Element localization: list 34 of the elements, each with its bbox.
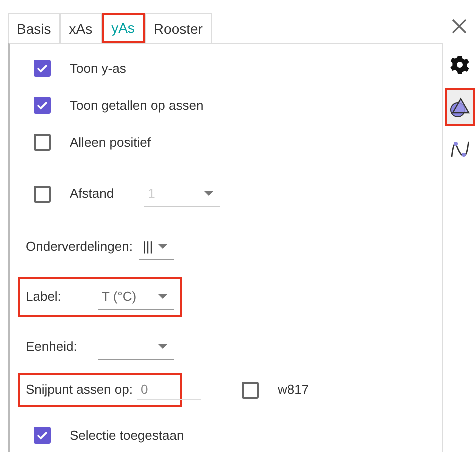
close-button[interactable] <box>452 19 467 34</box>
checkbox-label: Toon y-as <box>70 60 126 78</box>
field-label: Onderverdelingen: <box>26 238 133 256</box>
input-field[interactable]: 0 <box>136 380 201 400</box>
field-label: Snijpunt assen op: <box>26 381 133 400</box>
close-icon <box>452 19 467 34</box>
tab[interactable]: Basis <box>8 13 60 43</box>
checkbox[interactable] <box>34 186 51 202</box>
checkbox[interactable] <box>34 134 51 151</box>
dropdown[interactable]: T (°C) <box>98 284 174 310</box>
caret-icon <box>158 294 168 299</box>
tab[interactable]: xAs <box>60 13 102 43</box>
check-icon <box>36 99 49 112</box>
dropdown[interactable]: ||| <box>138 234 174 260</box>
checkbox[interactable] <box>34 60 51 77</box>
curve-icon <box>450 139 470 159</box>
checkbox-label: Toon getallen op assen <box>70 96 204 115</box>
caret-icon <box>158 244 168 249</box>
tab[interactable]: Rooster <box>144 13 212 43</box>
field-label: Label: <box>26 288 62 306</box>
caret-icon <box>204 191 214 196</box>
checkbox-label: Alleen positief <box>70 134 151 152</box>
checkbox[interactable] <box>242 382 259 398</box>
checkbox-label: w817 <box>278 381 310 400</box>
checkbox[interactable] <box>34 427 51 444</box>
checkbox-label: Afstand <box>70 185 114 204</box>
field-label: Eenheid: <box>26 338 78 356</box>
check-icon <box>36 62 49 75</box>
settings-icon <box>450 55 470 75</box>
caret-icon <box>158 344 168 349</box>
check-icon <box>36 429 49 442</box>
checkbox[interactable] <box>34 97 51 114</box>
sidebar-button[interactable] <box>444 88 474 126</box>
checkbox-label: Selectie toegestaan <box>70 426 184 445</box>
